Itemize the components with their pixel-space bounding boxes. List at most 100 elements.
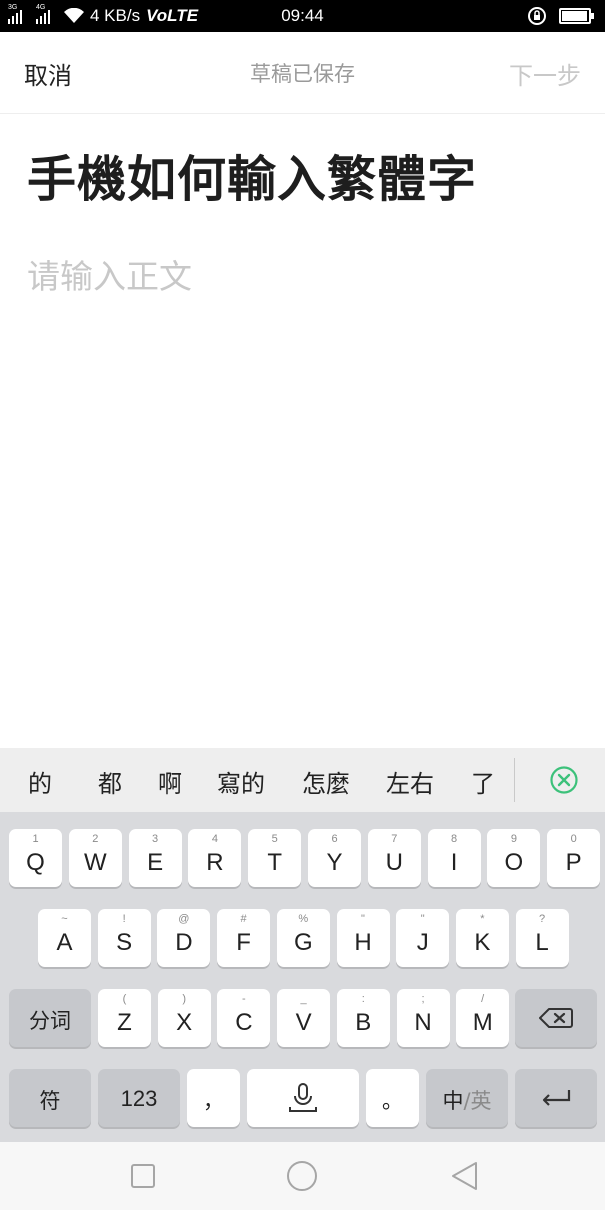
lang-sep: / — [463, 1089, 471, 1113]
key-a[interactable]: ~ A — [38, 909, 91, 967]
key-hint: @ — [178, 913, 190, 925]
key-o[interactable]: 9O — [487, 829, 541, 887]
key-hint: ) — [182, 993, 187, 1005]
key-x[interactable]: ) X — [157, 989, 211, 1047]
candidate-word[interactable]: 啊 — [158, 764, 182, 799]
key-label: L — [535, 929, 549, 956]
period-key[interactable]: 。 — [366, 1069, 419, 1127]
key-hint: 2 — [92, 833, 99, 845]
status-right — [527, 0, 594, 32]
key-hint: " — [361, 913, 365, 925]
lang-en: 英 — [470, 1089, 492, 1113]
language-switch-key[interactable]: 中/英 — [426, 1069, 508, 1127]
editor-header: 取消 草稿已保存 下一步 — [0, 32, 605, 114]
key-i[interactable]: 8I — [427, 829, 481, 887]
recent-apps-icon[interactable] — [125, 1158, 161, 1194]
key-hint: * — [480, 913, 485, 925]
key-q[interactable]: 1Q — [9, 829, 62, 887]
candidate-separator — [514, 758, 515, 802]
key-hint: 3 — [152, 833, 159, 845]
key-hint: " — [420, 913, 425, 925]
home-icon[interactable] — [284, 1158, 320, 1194]
key-n[interactable]: ; N — [396, 989, 450, 1047]
space-key[interactable] — [247, 1069, 359, 1127]
key-d[interactable]: @ D — [157, 909, 211, 967]
key-k[interactable]: * K — [455, 909, 509, 967]
backspace-icon — [539, 1008, 573, 1028]
candidate-word[interactable]: 寫的 — [217, 764, 265, 799]
key-label: K — [474, 929, 491, 956]
key-label: D — [175, 929, 193, 956]
key-e[interactable]: 3E — [128, 829, 182, 887]
key-p[interactable]: 0P — [547, 829, 601, 887]
key-label: I — [450, 849, 458, 876]
key-t[interactable]: 5T — [248, 829, 302, 887]
key-hint: 9 — [510, 833, 517, 845]
key-v[interactable]: _ V — [277, 989, 331, 1047]
key-label: N — [414, 1009, 432, 1036]
key-hint: ( — [122, 993, 127, 1005]
key-label: E — [147, 849, 164, 876]
key-hint: ~ — [61, 913, 68, 925]
key-label: C — [235, 1009, 253, 1036]
key-label: S — [116, 929, 133, 956]
key-label: B — [355, 1009, 372, 1036]
keyboard: 的 都 啊 寫的 怎麼 左右 了 1Q2W3E4R5T6Y7U8I9O0P ~ A… — [0, 748, 605, 1142]
key-label: O — [504, 849, 524, 876]
key-label: V — [295, 1009, 312, 1036]
enter-key[interactable] — [515, 1069, 597, 1127]
symbol-key[interactable]: 符 — [9, 1069, 91, 1127]
key-label: X — [176, 1009, 193, 1036]
period-key-label: 。 — [382, 1089, 403, 1113]
navigation-bar — [0, 1142, 605, 1210]
key-hint: ? — [539, 913, 546, 925]
key-label: U — [385, 849, 403, 876]
key-hint: ! — [122, 913, 126, 925]
battery-fill — [562, 11, 587, 21]
candidate-word[interactable]: 的 — [28, 764, 52, 799]
back-icon[interactable] — [446, 1158, 482, 1194]
lang-zh: 中 — [442, 1089, 464, 1113]
key-f[interactable]: # F — [217, 909, 271, 967]
key-y[interactable]: 6Y — [308, 829, 361, 887]
key-label: M — [472, 1009, 493, 1036]
candidate-word[interactable]: 都 — [98, 764, 122, 799]
status-bar: 3G 4G 4 KB/s VoLTE 09:44 — [0, 0, 605, 32]
key-c[interactable]: -C — [217, 989, 271, 1047]
article-title[interactable]: 手機如何輸入繁體字 — [27, 140, 477, 211]
key-hint: : — [361, 993, 365, 1005]
key-label: P — [565, 849, 582, 876]
key-label: G — [293, 929, 313, 956]
language-switch-label: 中/英 — [426, 1085, 508, 1115]
key-j[interactable]: " J — [396, 909, 450, 967]
key-b[interactable]: :B — [336, 989, 390, 1047]
key-z[interactable]: (Z — [98, 989, 151, 1047]
body-input[interactable]: 请输入正文 — [27, 250, 192, 298]
key-w[interactable]: 2W — [68, 829, 122, 887]
microphone-icon — [289, 1083, 317, 1112]
key-label: R — [206, 849, 224, 876]
key-g[interactable]: % G — [276, 909, 330, 967]
key-h[interactable]: " H — [336, 909, 390, 967]
key-s[interactable]: ! S — [97, 909, 151, 967]
backspace-key[interactable] — [515, 989, 597, 1047]
key-label: Q — [26, 849, 45, 876]
candidate-word[interactable]: 了 — [471, 764, 495, 799]
key-hint: 1 — [32, 833, 39, 845]
candidate-bar: 的 都 啊 寫的 怎麼 左右 了 — [0, 748, 605, 812]
key-r[interactable]: 4R — [188, 829, 242, 887]
candidate-word[interactable]: 怎麼 — [302, 764, 350, 799]
segment-key[interactable]: 分词 — [9, 989, 91, 1047]
key-hint: # — [240, 913, 247, 925]
comma-key[interactable]: ， — [187, 1069, 240, 1127]
key-m[interactable]: / M — [456, 989, 510, 1047]
key-hint: / — [481, 993, 485, 1005]
close-candidates-icon[interactable] — [549, 765, 579, 795]
next-step-button[interactable]: 下一步 — [509, 56, 581, 91]
key-u[interactable]: 7U — [367, 829, 421, 887]
key-label: Y — [326, 849, 343, 876]
candidate-word[interactable]: 左右 — [386, 764, 434, 799]
key-l[interactable]: ? L — [515, 909, 569, 967]
number-key[interactable]: 123 — [98, 1069, 180, 1127]
key-label: J — [416, 929, 429, 956]
